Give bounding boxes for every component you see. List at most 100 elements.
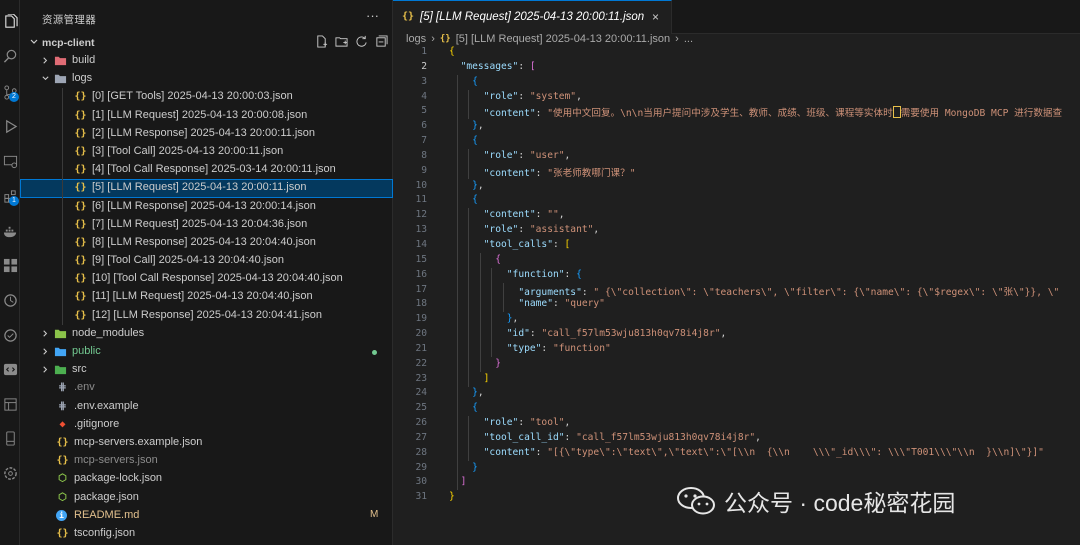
search-icon[interactable] — [2, 48, 18, 64]
tree-file-row[interactable]: ⬡ package-lock.json — [20, 470, 393, 488]
line-number: 23 — [415, 372, 427, 384]
tree-folder-node-modules[interactable]: node_modules — [20, 325, 393, 343]
indent-guide — [62, 270, 63, 289]
json-file-icon: {} — [74, 109, 87, 121]
code-line: 8 "role": "user", — [393, 149, 1080, 164]
json-file-icon: {} — [74, 236, 87, 248]
json-file-icon: {} — [56, 455, 69, 467]
line-number: 2 — [421, 60, 427, 72]
workspace-section-header[interactable]: mcp-client — [20, 34, 393, 52]
collapse-all-icon[interactable] — [375, 35, 388, 48]
line-number: 22 — [415, 357, 427, 369]
layers-icon[interactable] — [2, 396, 18, 412]
extensions-icon[interactable]: 1 — [2, 188, 19, 206]
close-icon[interactable]: × — [652, 10, 659, 24]
tree-file-row[interactable]: ◆ .gitignore — [20, 416, 393, 434]
code-token: : — [535, 167, 548, 179]
tab-active-file[interactable]: {} [5] [LLM Request] 2025-04-13 20:00:11… — [393, 0, 672, 34]
tree-file-row[interactable]: {} [5] [LLM Request] 2025-04-13 20:00:11.… — [20, 179, 393, 198]
code-box-icon[interactable] — [2, 361, 18, 377]
new-file-icon[interactable] — [315, 35, 328, 48]
code-token: : — [564, 268, 577, 280]
tree-file-row[interactable]: {} [0] [GET Tools] 2025-04-13 20:00:03.js… — [20, 88, 393, 107]
tree-file-row[interactable]: {} [10] [Tool Call Response] 2025-04-13 2… — [20, 270, 393, 289]
device-icon[interactable] — [2, 430, 18, 446]
code-token: : — [552, 238, 565, 250]
tree-folder-build[interactable]: build — [20, 52, 393, 70]
npm-file-icon: ⬡ — [58, 491, 67, 503]
code-line: 18 "name": "query" — [393, 297, 1080, 312]
breadcrumb-file[interactable]: [5] [LLM Request] 2025-04-13 20:00:11.js… — [456, 33, 670, 45]
tree-file-row[interactable]: {} [8] [LLM Response] 2025-04-13 20:04:40… — [20, 233, 393, 253]
openai-icon[interactable] — [2, 465, 18, 481]
tree-file-row[interactable]: {} [6] [LLM Response] 2025-04-13 20:00:14… — [20, 197, 393, 216]
code-text: "messages": [ — [449, 61, 536, 72]
code-token: "user" — [529, 149, 565, 161]
line-number: 12 — [415, 209, 427, 221]
tree-item-label: mcp-servers.example.json — [74, 435, 203, 448]
refresh-icon[interactable] — [355, 35, 368, 48]
run-debug-icon[interactable] — [2, 118, 18, 134]
tree-item-label: [5] [LLM Request] 2025-04-13 20:00:11.js… — [92, 181, 307, 194]
file-tree: build logs {} [0] [GET Tools] 2025-04-13 20… — [20, 52, 393, 543]
code-text: "tool_calls": [ — [449, 238, 571, 250]
code-token: , — [512, 313, 519, 325]
new-folder-icon[interactable] — [335, 35, 348, 48]
tree-file-row[interactable]: i README.md M — [20, 507, 393, 525]
more-actions-icon[interactable]: ··· — [366, 8, 379, 23]
timeline-icon[interactable] — [2, 292, 18, 308]
code-editor[interactable]: 1{2 "messages": [3 {4 "role": "system", 5… — [393, 45, 1080, 515]
tree-file-row[interactable]: {} [9] [Tool Call] 2025-04-13 20:04:40.js… — [20, 252, 393, 271]
code-token: : — [535, 108, 548, 120]
indent-guide — [62, 179, 63, 198]
breadcrumb-more[interactable]: ... — [684, 33, 693, 45]
code-token: "name" — [518, 298, 553, 310]
tree-file-row[interactable]: {} [2] [LLM Response] 2025-04-13 20:00:11… — [20, 124, 393, 143]
tree-file-row[interactable]: {} [3] [Tool Call] 2025-04-13 20:00:11.js… — [20, 142, 393, 162]
testing-icon[interactable] — [2, 327, 18, 343]
wechat-logo-icon — [677, 487, 715, 515]
line-number: 31 — [415, 491, 427, 503]
tree-file-row[interactable]: ⬡ package.json — [20, 489, 393, 507]
src-folder-icon — [54, 365, 67, 375]
tree-file-row[interactable]: {} [11] [LLM Request] 2025-04-13 20:04:40… — [20, 288, 393, 307]
tree-file-row[interactable]: {} [7] [LLM Request] 2025-04-13 20:04:36.… — [20, 215, 393, 234]
code-text: }, — [449, 387, 484, 398]
line-number: 21 — [415, 342, 427, 354]
tree-file-row[interactable]: ⋕ .env.example — [20, 398, 393, 416]
code-line: 27 "tool_call_id": "call_f57lm53wju813h0… — [393, 431, 1080, 446]
tree-file-row[interactable]: {} [12] [LLM Response] 2025-04-13 20:04:4… — [20, 306, 393, 325]
code-token: } — [449, 491, 455, 503]
docker-icon[interactable] — [2, 223, 18, 239]
tree-folder-src[interactable]: src — [20, 361, 393, 379]
json-file-icon: {} — [74, 91, 87, 103]
tree-folder-logs[interactable]: logs — [20, 70, 393, 88]
code-token: , — [720, 328, 727, 340]
grid-panel-icon[interactable] — [2, 257, 18, 273]
tree-file-row[interactable]: {} tsconfig.json — [20, 525, 393, 543]
explorer-icon[interactable] — [2, 13, 18, 29]
remote-explorer-icon[interactable] — [2, 153, 18, 169]
tree-folder-public[interactable]: public — [20, 343, 393, 361]
source-control-icon[interactable]: 2 — [2, 84, 19, 102]
code-line: 10 }, — [393, 179, 1080, 194]
tree-file-row[interactable]: {} [4] [Tool Call Response] 2025-03-14 20… — [20, 161, 393, 180]
tree-item-label: README.md — [74, 508, 140, 521]
code-token: "call_f57lm53wju813h0qv78i4j8r" — [541, 328, 721, 340]
breadcrumb: logs › {} [5] [LLM Request] 2025-04-13 2… — [406, 32, 693, 46]
workspace-name: mcp-client — [42, 37, 95, 49]
code-token: { — [495, 253, 501, 265]
code-token: [ — [564, 238, 571, 250]
code-token: { — [472, 135, 478, 147]
breadcrumb-folder[interactable]: logs — [406, 33, 426, 45]
code-token: , — [477, 120, 484, 132]
tree-file-row[interactable]: {} mcp-servers.json — [20, 452, 393, 470]
tree-file-row[interactable]: ⋕ .env — [20, 379, 393, 397]
tree-file-row[interactable]: {} mcp-servers.example.json — [20, 434, 393, 452]
code-text: "role": "user", — [449, 149, 571, 161]
code-token: "content" — [483, 167, 536, 179]
tree-file-row[interactable]: {} [1] [LLM Request] 2025-04-13 20:00:08.… — [20, 106, 393, 125]
chevron-down-icon — [30, 39, 38, 44]
